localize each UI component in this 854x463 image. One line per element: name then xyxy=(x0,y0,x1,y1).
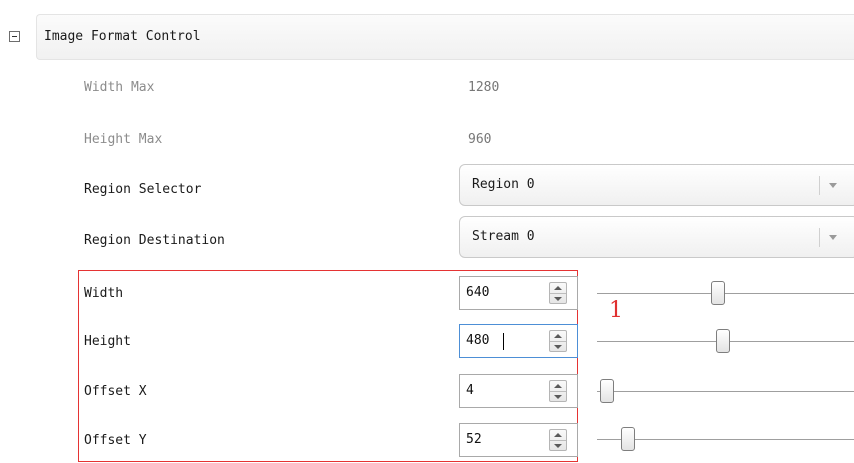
spin-up-icon[interactable] xyxy=(554,433,562,437)
height-spinner-icon[interactable] xyxy=(549,330,567,352)
offset-y-slider[interactable] xyxy=(597,423,854,455)
region-destination-value: Stream 0 xyxy=(472,229,535,244)
region-destination-label: Region Destination xyxy=(84,233,225,248)
offset-y-label: Offset Y xyxy=(84,433,147,448)
height-slider[interactable] xyxy=(597,325,854,357)
offset-x-slider[interactable] xyxy=(597,375,854,407)
spin-down-icon[interactable] xyxy=(554,345,562,349)
offset-y-input[interactable]: 52 xyxy=(459,423,578,457)
width-max-value: 1280 xyxy=(468,80,500,95)
spin-up-icon[interactable] xyxy=(554,334,562,338)
chevron-down-icon[interactable] xyxy=(829,183,837,188)
category-title: Image Format Control xyxy=(44,29,201,44)
spin-up-icon[interactable] xyxy=(554,384,562,388)
offset-y-value: 52 xyxy=(466,432,482,447)
properties-panel: Image Format Control Width Max 1280 Heig… xyxy=(0,0,854,463)
offset-y-spinner-icon[interactable] xyxy=(549,429,567,451)
width-value: 640 xyxy=(466,285,490,300)
offset-x-label: Offset X xyxy=(84,384,147,399)
height-max-label: Height Max xyxy=(84,132,163,147)
slider-track xyxy=(597,439,854,440)
height-label: Height xyxy=(84,334,131,349)
height-value: 480 xyxy=(466,333,490,348)
spin-down-icon[interactable] xyxy=(554,395,562,399)
width-max-label: Width Max xyxy=(84,80,155,95)
region-selector-label: Region Selector xyxy=(84,182,202,197)
region-selector-value: Region 0 xyxy=(472,177,535,192)
height-input[interactable]: 480 xyxy=(459,324,578,358)
height-max-value: 960 xyxy=(468,132,492,147)
region-selector-dropdown[interactable]: Region 0 xyxy=(459,164,854,206)
category-header-image-format-control[interactable]: Image Format Control xyxy=(36,14,854,60)
slider-thumb[interactable] xyxy=(600,379,614,403)
dropdown-divider xyxy=(819,228,820,247)
offset-x-value: 4 xyxy=(466,383,474,398)
offset-x-spinner-icon[interactable] xyxy=(549,380,567,402)
slider-track xyxy=(597,391,854,392)
offset-x-input[interactable]: 4 xyxy=(459,374,578,408)
collapse-icon[interactable] xyxy=(9,31,20,42)
slider-thumb[interactable] xyxy=(711,281,726,305)
dropdown-divider xyxy=(819,176,820,195)
spin-down-icon[interactable] xyxy=(554,297,562,301)
slider-track xyxy=(597,293,854,294)
slider-thumb[interactable] xyxy=(621,427,636,451)
width-input[interactable]: 640 xyxy=(459,276,578,310)
slider-thumb[interactable] xyxy=(716,329,731,353)
text-caret xyxy=(503,333,504,350)
spin-down-icon[interactable] xyxy=(554,444,562,448)
region-destination-dropdown[interactable]: Stream 0 xyxy=(459,216,854,258)
chevron-down-icon[interactable] xyxy=(829,235,837,240)
width-slider[interactable] xyxy=(597,277,854,309)
spin-up-icon[interactable] xyxy=(554,286,562,290)
width-spinner-icon[interactable] xyxy=(549,282,567,304)
width-label: Width xyxy=(84,286,124,301)
